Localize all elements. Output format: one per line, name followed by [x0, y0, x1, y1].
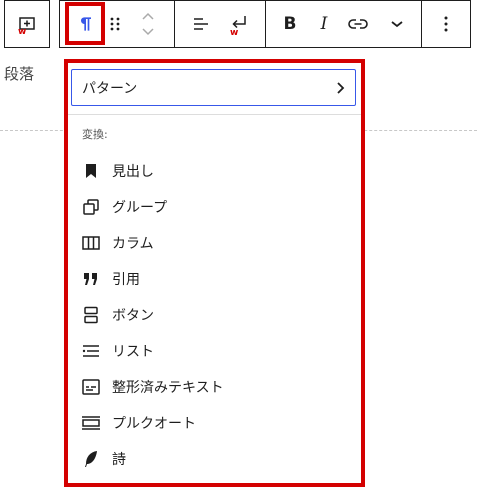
more-vertical-icon [444, 16, 448, 32]
preformatted-icon [80, 376, 102, 398]
list-icon [80, 340, 102, 362]
chevron-right-icon [335, 81, 345, 95]
menu-item-label: プルクオート [112, 416, 196, 432]
verse-icon [80, 448, 102, 470]
block-inserter-icon: w [18, 17, 35, 36]
move-up-down-buttons[interactable] [132, 1, 164, 47]
pullquote-icon [80, 412, 102, 434]
group-icon [80, 196, 102, 218]
transform-preformatted[interactable]: 整形済みテキスト [72, 370, 356, 404]
transform-pullquote[interactable]: プルクオート [72, 406, 356, 440]
options-button[interactable] [426, 1, 466, 47]
link-icon [348, 19, 368, 29]
return-button[interactable]: w [222, 1, 256, 47]
paragraph-block[interactable]: 段落 [4, 63, 34, 84]
toolbar-divider [265, 1, 266, 47]
transform-columns[interactable]: カラム [72, 226, 356, 260]
menu-item-label: 詩 [112, 452, 126, 468]
chevron-down-icon [391, 21, 403, 28]
transform-buttons[interactable]: ボタン [72, 298, 356, 332]
drag-handle[interactable] [104, 1, 126, 47]
transform-section-label: 変換: [82, 128, 108, 141]
quote-icon [80, 268, 102, 290]
toolbar-divider [174, 1, 175, 47]
patterns-button[interactable]: パターン [71, 69, 356, 106]
transform-heading[interactable]: 見出し [72, 154, 356, 188]
block-inserter-button[interactable]: w [5, 1, 49, 47]
block-inserter-group: w [4, 0, 50, 48]
patterns-label: パターン [82, 80, 138, 97]
paragraph-block-button[interactable] [66, 1, 106, 47]
svg-text:w: w [230, 28, 238, 36]
bold-button[interactable]: B [275, 1, 305, 47]
menu-item-label: ボタン [112, 308, 154, 324]
menu-item-label: リスト [112, 344, 154, 360]
link-button[interactable] [342, 1, 374, 47]
bookmark-icon [80, 160, 102, 182]
toolbar-divider [421, 1, 422, 47]
buttons-icon [80, 304, 102, 326]
return-arrow-icon: w [230, 16, 246, 36]
menu-item-label: グループ [112, 200, 168, 216]
menu-item-label: 見出し [112, 164, 154, 180]
move-up-down-icon [142, 12, 154, 36]
menu-item-label: カラム [112, 236, 154, 252]
italic-button[interactable]: I [312, 1, 336, 47]
align-button[interactable] [184, 1, 218, 47]
more-formats-button[interactable] [382, 1, 412, 47]
menu-item-label: 整形済みテキスト [112, 380, 224, 396]
menu-item-label: 引用 [112, 272, 140, 288]
transform-group[interactable]: グループ [72, 190, 356, 224]
transform-quote[interactable]: 引用 [72, 262, 356, 296]
svg-text:w: w [18, 27, 26, 36]
dropdown-separator [65, 114, 364, 115]
transform-verse[interactable]: 詩 [72, 442, 356, 476]
columns-icon [80, 232, 102, 254]
block-toolbar: w B I [59, 0, 471, 48]
pilcrow-icon [81, 17, 91, 31]
align-left-icon [194, 18, 208, 30]
transform-list[interactable]: リスト [72, 334, 356, 368]
drag-handle-icon [110, 17, 120, 31]
